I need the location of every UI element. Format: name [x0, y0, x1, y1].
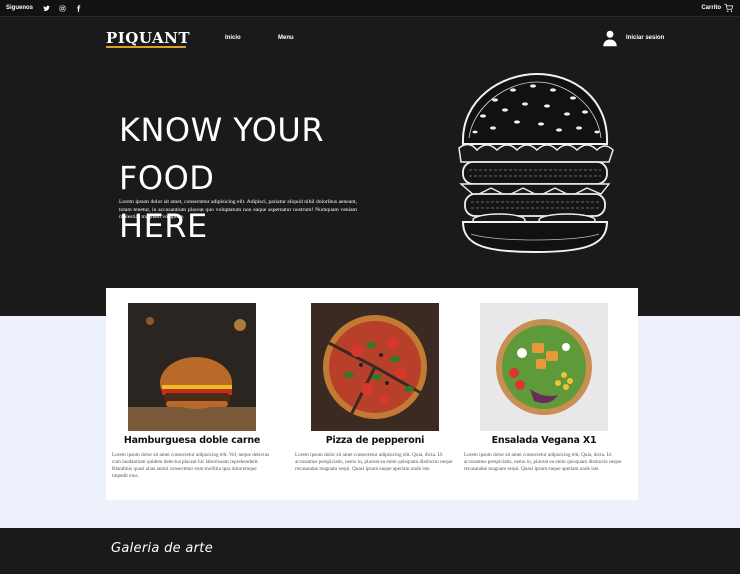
card-desc: Lorem ipsum dolor sit amet consectetur a…	[295, 452, 453, 472]
salad-photo	[480, 303, 608, 431]
logo[interactable]: PIQUANT	[106, 29, 190, 47]
twitter-icon[interactable]	[41, 3, 51, 13]
logo-underline	[106, 46, 186, 48]
food-card[interactable]: Ensalada Vegana X1 Lorem ipsum dolor sit…	[464, 303, 624, 473]
hero-text: Lorem ipsum dolor sit amet, consectetur …	[119, 199, 357, 220]
gallery-title: Galeria de arte	[111, 541, 213, 556]
login-link[interactable]: Iniciar sesion	[601, 29, 664, 47]
page: Siguenos Carrito PIQUANT Inicio Menu Ini…	[0, 0, 740, 574]
nav-link-menu[interactable]: Menu	[278, 35, 294, 41]
card-title: Ensalada Vegana X1	[491, 435, 597, 446]
hero-title-line1: KNOW YOUR FOOD	[119, 111, 325, 197]
card-desc: Lorem ipsum dolor sit amet consectetur a…	[112, 452, 270, 479]
facebook-icon[interactable]	[73, 3, 83, 13]
cart-label: Carrito	[701, 5, 721, 11]
main-nav: PIQUANT Inicio Menu Iniciar sesion	[0, 17, 740, 59]
gallery-section: Galeria de arte	[0, 528, 740, 574]
food-card[interactable]: Hamburguesa doble carne Lorem ipsum dolo…	[112, 303, 272, 480]
food-card[interactable]: Pizza de pepperoni Lorem ipsum dolor sit…	[295, 303, 455, 473]
burger-illustration	[458, 72, 614, 254]
card-title: Hamburguesa doble carne	[123, 435, 261, 446]
user-icon	[603, 30, 617, 47]
card-desc: Lorem ipsum dolor sit amet consectetur a…	[464, 452, 622, 472]
menu-cards: Hamburguesa doble carne Lorem ipsum dolo…	[106, 288, 638, 500]
cart-link[interactable]: Carrito	[701, 3, 734, 13]
burger-photo	[128, 303, 256, 431]
hero-title: KNOW YOUR FOOD HERE	[119, 106, 379, 250]
card-title: Pizza de pepperoni	[325, 435, 425, 446]
instagram-icon[interactable]	[57, 3, 67, 13]
social-bar: Siguenos Carrito	[0, 0, 740, 17]
nav-link-inicio[interactable]: Inicio	[225, 35, 241, 41]
login-label: Iniciar sesion	[626, 35, 665, 41]
pizza-photo	[311, 303, 439, 431]
follow-label: Siguenos	[6, 5, 34, 11]
cart-icon	[724, 3, 734, 12]
